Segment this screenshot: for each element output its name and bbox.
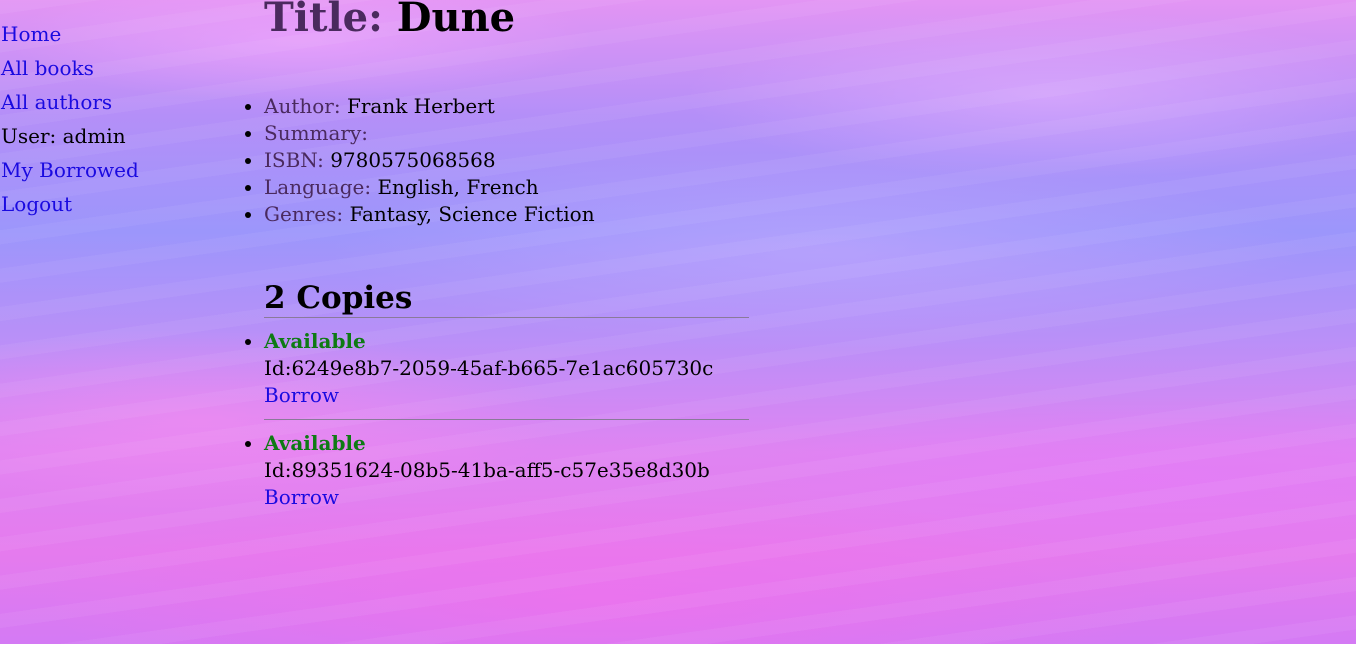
- nav-logout-link[interactable]: Logout: [1, 187, 231, 221]
- isbn-value: 9780575068568: [330, 148, 496, 172]
- detail-isbn: ISBN: 9780575068568: [264, 147, 964, 174]
- copy-id: Id:6249e8b7-2059-45af-b665-7e1ac605730c: [264, 356, 714, 380]
- borrow-link[interactable]: Borrow: [264, 382, 339, 409]
- book-title: Dune: [396, 0, 516, 41]
- language-label: Language:: [264, 175, 372, 199]
- genres-label: Genres:: [264, 202, 344, 226]
- sidebar-nav: Home All books All authors User: admin M…: [1, 17, 231, 221]
- nav-all-books-link[interactable]: All books: [1, 51, 231, 85]
- detail-genres: Genres: Fantasy, Science Fiction: [264, 201, 964, 228]
- copy-divider: [264, 419, 749, 420]
- summary-label: Summary:: [264, 121, 369, 145]
- copy-list-item: Available Id:89351624-08b5-41ba-aff5-c57…: [264, 430, 964, 511]
- copy-item: Available Id:6249e8b7-2059-45af-b665-7e1…: [264, 328, 964, 409]
- genres-value: Fantasy, Science Fiction: [349, 202, 595, 226]
- copy-list-item: Available Id:6249e8b7-2059-45af-b665-7e1…: [264, 328, 964, 409]
- nav-my-borrowed-link[interactable]: My Borrowed: [1, 153, 231, 187]
- detail-author: Author: Frank Herbert: [264, 93, 964, 120]
- detail-summary: Summary:: [264, 120, 964, 147]
- title-label: Title:: [264, 0, 383, 41]
- language-value: English, French: [377, 175, 539, 199]
- copies-divider: [264, 317, 749, 318]
- isbn-label: ISBN:: [264, 148, 324, 172]
- author-value: Frank Herbert: [346, 94, 495, 118]
- book-details-list: Author: Frank Herbert Summary: ISBN: 978…: [264, 93, 964, 228]
- copy-id: Id:89351624-08b5-41ba-aff5-c57e35e8d30b: [264, 458, 710, 482]
- copy-status: Available: [264, 431, 366, 455]
- copy-status: Available: [264, 329, 366, 353]
- page-title: Title: Dune: [264, 0, 515, 46]
- author-label: Author:: [264, 94, 341, 118]
- copies-heading: 2 Copies: [264, 280, 413, 316]
- current-user-label: User: admin: [1, 124, 126, 148]
- borrow-link[interactable]: Borrow: [264, 484, 339, 511]
- nav-home-link[interactable]: Home: [1, 17, 231, 51]
- detail-language: Language: English, French: [264, 174, 964, 201]
- copy-item: Available Id:89351624-08b5-41ba-aff5-c57…: [264, 430, 964, 511]
- nav-all-authors-link[interactable]: All authors: [1, 85, 231, 119]
